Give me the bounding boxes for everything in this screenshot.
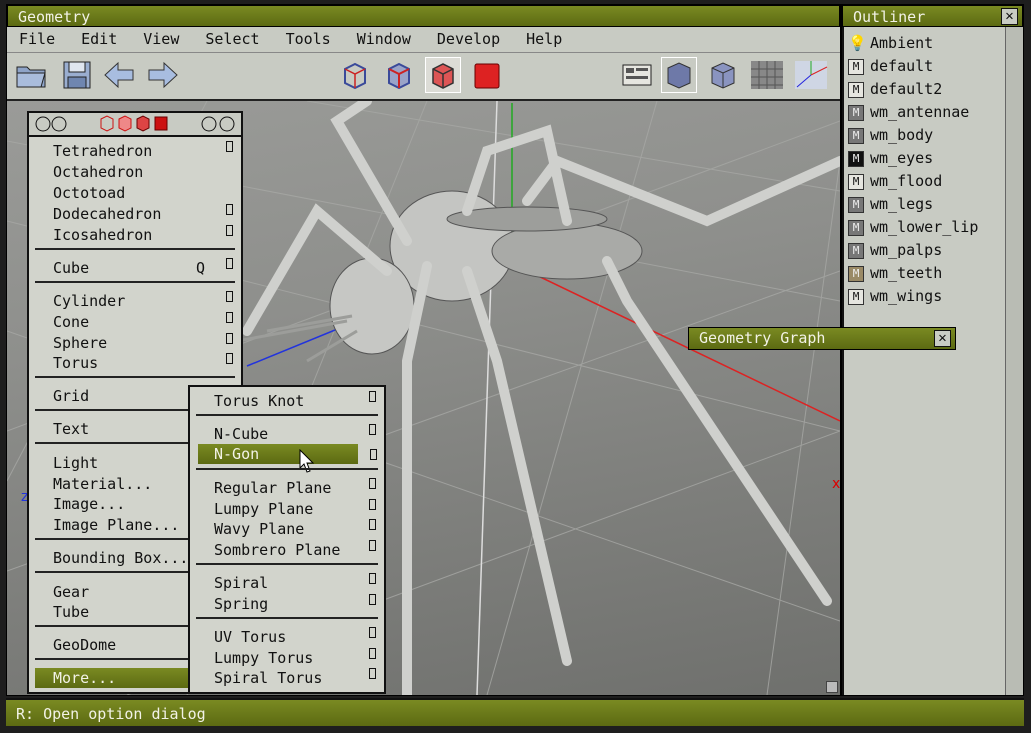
material-icon: M: [848, 265, 864, 282]
menu-develop[interactable]: Develop: [425, 27, 500, 51]
menubar: File Edit View Select Tools Window Develop Help: [7, 27, 840, 53]
outliner-item-default2[interactable]: Mdefault2: [848, 78, 942, 100]
menu-tools[interactable]: Tools: [274, 27, 331, 51]
outliner-item-ambient[interactable]: 💡 Ambient: [848, 32, 933, 54]
menu-item-tetrahedron[interactable]: Tetrahedron: [29, 141, 241, 161]
menu-item-n-gon[interactable]: N-Gon: [198, 444, 358, 464]
window-title: Geometry: [18, 8, 91, 26]
status-text: R: Open option dialog: [16, 705, 206, 723]
separator: [196, 563, 378, 565]
geometry-graph-close-icon[interactable]: ✕: [934, 330, 951, 347]
material-icon: M: [848, 288, 864, 305]
geometry-graph-panel[interactable]: Geometry Graph ✕: [688, 327, 956, 350]
material-icon: M: [848, 58, 864, 75]
menu-item-regular-plane[interactable]: Regular Plane: [190, 478, 384, 498]
save-disk-icon[interactable]: [59, 57, 95, 93]
menu-item-octahedron[interactable]: Octahedron: [29, 162, 241, 182]
menu-item-torus-knot[interactable]: Torus Knot: [190, 391, 384, 411]
open-folder-icon[interactable]: [13, 57, 49, 93]
outliner-item-wm-eyes[interactable]: Mwm_eyes: [848, 147, 933, 169]
menu-item-uv-torus[interactable]: UV Torus: [190, 627, 384, 647]
more-submenu: Torus Knot N-Cube N-Gon Regular Plane Lu…: [188, 385, 386, 694]
menu-item-spiral-torus[interactable]: Spiral Torus: [190, 668, 384, 688]
separator: [196, 617, 378, 619]
menu-window[interactable]: Window: [345, 27, 411, 51]
menu-item-cube[interactable]: Cube Q: [29, 258, 241, 278]
grid-floor-icon[interactable]: [749, 57, 785, 93]
menu-item-torus[interactable]: Torus: [29, 353, 241, 373]
smooth-shade-icon[interactable]: [661, 57, 697, 93]
separator: [35, 376, 235, 378]
back-arrow-icon[interactable]: [101, 57, 137, 93]
menu-view[interactable]: View: [131, 27, 179, 51]
material-icon: M: [848, 81, 864, 98]
solid-cube-icon[interactable]: [469, 57, 505, 93]
n-gon-option-box[interactable]: [370, 449, 377, 460]
outliner-item-wm-antennae[interactable]: Mwm_antennae: [848, 101, 969, 123]
menu-item-wavy-plane[interactable]: Wavy Plane: [190, 519, 384, 539]
outliner-titlebar[interactable]: Outliner ✕: [842, 5, 1023, 27]
separator: [196, 414, 378, 416]
material-icon: M: [848, 104, 864, 121]
material-icon: M: [848, 242, 864, 259]
outliner-item-wm-wings[interactable]: Mwm_wings: [848, 285, 942, 307]
outliner-item-wm-legs[interactable]: Mwm_legs: [848, 193, 933, 215]
outliner-item-wm-body[interactable]: Mwm_body: [848, 124, 933, 146]
separator: [196, 468, 378, 470]
outliner-close-icon[interactable]: ✕: [1001, 8, 1018, 25]
material-icon: M: [848, 150, 864, 167]
menu-item-cone[interactable]: Cone: [29, 312, 241, 332]
toolbar: [7, 53, 840, 101]
menu-item-sphere[interactable]: Sphere: [29, 333, 241, 353]
primitives-menu-header: [29, 113, 241, 137]
material-icon: M: [848, 127, 864, 144]
resize-grip[interactable]: [826, 681, 838, 693]
light-bulb-icon: 💡: [848, 34, 867, 52]
mouse-cursor-icon: [299, 449, 315, 473]
menu-item-lumpy-torus[interactable]: Lumpy Torus: [190, 648, 384, 668]
menu-item-icosahedron[interactable]: Icosahedron: [29, 225, 241, 245]
menu-item-sombrero-plane[interactable]: Sombrero Plane: [190, 540, 384, 560]
separator: [35, 281, 235, 283]
menu-item-octotoad[interactable]: Octotoad: [29, 183, 241, 203]
material-icon: M: [848, 196, 864, 213]
menu-item-cylinder[interactable]: Cylinder: [29, 291, 241, 311]
separator: [35, 248, 235, 250]
outliner-title: Outliner: [853, 8, 926, 26]
menu-item-dodecahedron[interactable]: Dodecahedron: [29, 204, 241, 224]
outliner-item-wm-palps[interactable]: Mwm_palps: [848, 239, 942, 261]
menu-item-n-cube[interactable]: N-Cube: [190, 424, 384, 444]
outliner-item-wm-teeth[interactable]: Mwm_teeth: [848, 262, 942, 284]
geometry-graph-title: Geometry Graph: [699, 329, 826, 347]
menu-item-lumpy-plane[interactable]: Lumpy Plane: [190, 499, 384, 519]
axes-icon[interactable]: [793, 57, 829, 93]
geometry-titlebar[interactable]: Geometry: [7, 5, 840, 27]
material-icon: M: [848, 173, 864, 190]
menu-select[interactable]: Select: [193, 27, 259, 51]
flat-shade-icon[interactable]: [705, 57, 741, 93]
outliner-item-wm-lower-lip[interactable]: Mwm_lower_lip: [848, 216, 978, 238]
outliner-list: 💡 Ambient Mdefault Mdefault2 Mwm_antennae…: [842, 27, 1023, 695]
status-bar: R: Open option dialog: [6, 698, 1024, 726]
menu-help[interactable]: Help: [514, 27, 562, 51]
panel-layout-icon[interactable]: [619, 57, 655, 93]
menu-item-spring[interactable]: Spring: [190, 594, 384, 614]
forward-arrow-icon[interactable]: [145, 57, 181, 93]
outliner-scrollbar[interactable]: [1005, 27, 1023, 695]
hidden-line-cube-icon[interactable]: [381, 57, 417, 93]
menu-item-spiral[interactable]: Spiral: [190, 573, 384, 593]
outliner-panel: Outliner ✕ 💡 Ambient Mdefault Mdefault2 M…: [841, 4, 1024, 696]
svg-text:x: x: [832, 476, 840, 492]
menu-file[interactable]: File: [7, 27, 55, 51]
menu-header-icons: [35, 115, 235, 132]
menu-edit[interactable]: Edit: [69, 27, 117, 51]
shaded-wire-cube-icon[interactable]: [425, 57, 461, 93]
wire-cube-icon[interactable]: [337, 57, 373, 93]
outliner-item-wm-flood[interactable]: Mwm_flood: [848, 170, 942, 192]
outliner-item-default[interactable]: Mdefault: [848, 55, 933, 77]
material-icon: M: [848, 219, 864, 236]
